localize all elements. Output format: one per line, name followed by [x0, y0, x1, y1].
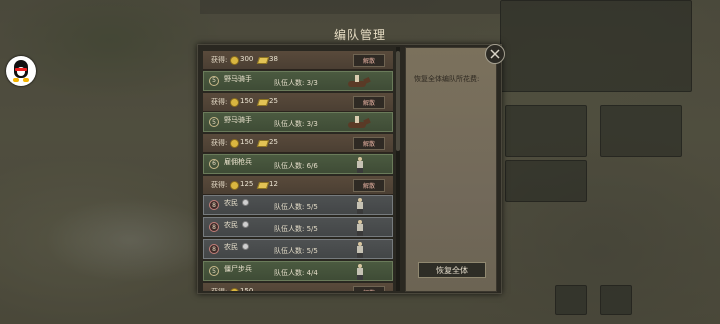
unit-count: 队伍人数: 3/3: [274, 120, 318, 128]
unit-row[interactable]: 8 农民队伍人数: 5/5: [203, 195, 393, 215]
penguin-icon: [12, 60, 30, 82]
unit-count: 队伍人数: 5/5: [274, 203, 318, 211]
dismiss-button[interactable]: 解散: [353, 178, 385, 192]
reward-row: 获得: 150 解散: [203, 283, 393, 291]
dismiss-button[interactable]: 解散: [353, 286, 385, 291]
unit-row[interactable]: 5 野马骑手队伍人数: 3/3: [203, 112, 393, 132]
reward-label: 获得:: [211, 287, 227, 291]
unit-count: 队伍人数: 3/3: [274, 78, 318, 87]
info-pin-icon: [242, 221, 249, 228]
dialog-title: 编队管理: [333, 28, 386, 42]
reward-label: 获得:: [211, 56, 228, 64]
qq-avatar[interactable]: [6, 56, 36, 86]
info-pin-icon: [242, 243, 249, 250]
reward-label: 获得:: [211, 180, 228, 189]
reward-row: 获得: 125 12 解散: [203, 175, 393, 195]
unit-level-badge: 5: [209, 75, 219, 86]
silver-amount: 300: [240, 55, 254, 63]
unit-name: 野马骑手: [224, 74, 252, 83]
unit-name: 农民: [224, 243, 238, 251]
restore-cost-label: 恢复全体编队所花费:: [414, 75, 480, 83]
close-button[interactable]: [485, 44, 505, 64]
unit-name: 农民: [224, 221, 238, 229]
silver-amount: 150: [240, 96, 254, 105]
unit-row[interactable]: 8 农民队伍人数: 5/5: [203, 217, 393, 237]
unit-level-badge: 6: [209, 158, 219, 169]
silver-coin-icon: [230, 288, 239, 291]
unit-level-badge: 5: [209, 266, 219, 276]
list-scrollbar[interactable]: [396, 47, 400, 291]
soldier-portrait-icon: [352, 156, 368, 173]
gold-ingot-icon: [256, 98, 270, 106]
unit-count: 队伍人数: 5/5: [274, 247, 318, 255]
unit-level-badge: 8: [209, 244, 219, 254]
silver-amount: 150: [240, 287, 254, 291]
unit-row[interactable]: 5 野马骑手 队伍人数: 3/3: [203, 70, 393, 91]
soldier-portrait-icon: [352, 198, 368, 214]
silver-coin-icon: [230, 139, 239, 148]
reward-row: 获得: 150 25 解散: [203, 92, 393, 112]
scrollbar-thumb[interactable]: [396, 51, 400, 151]
unit-level-badge: 5: [209, 117, 219, 127]
gold-amount: 38: [269, 55, 278, 63]
reward-row: 获得: 150 25 解散: [203, 134, 393, 153]
formation-list[interactable]: 获得: 300 38 解散 5 野马骑手 队伍人数: 3/3 获得: 150 25 解散 5 野马骑手队…: [203, 47, 393, 291]
soldier-portrait-icon: [352, 220, 368, 236]
silver-coin-icon: [230, 180, 239, 190]
dismiss-button[interactable]: 解散: [353, 54, 385, 67]
unit-level-badge: 8: [209, 222, 219, 232]
unit-row[interactable]: 6 雇佣枪兵 队伍人数: 6/6: [203, 153, 393, 174]
unit-count: 队伍人数: 5/5: [274, 225, 318, 233]
silver-coin-icon: [230, 56, 239, 65]
unit-name: 僵尸步兵: [224, 265, 252, 273]
silver-amount: 125: [240, 179, 254, 188]
gold-amount: 12: [269, 179, 278, 188]
close-icon: [490, 49, 500, 59]
soldier-portrait-icon: [352, 264, 368, 280]
restore-panel: 恢复全体编队所花费: 恢复全体: [405, 47, 497, 292]
gold-amount: 25: [269, 96, 278, 105]
unit-count: 队伍人数: 6/6: [274, 161, 318, 170]
unit-row[interactable]: 8 农民队伍人数: 5/5: [203, 239, 393, 259]
gold-ingot-icon: [256, 181, 270, 189]
unit-row[interactable]: 5 僵尸步兵队伍人数: 4/4: [203, 261, 393, 281]
horse-rider-icon: [346, 74, 372, 91]
soldier-portrait-icon: [352, 242, 368, 258]
unit-count: 队伍人数: 4/4: [274, 269, 318, 277]
unit-name: 雇佣枪兵: [224, 157, 252, 166]
reward-label: 获得:: [211, 139, 228, 147]
gold-ingot-icon: [256, 57, 270, 64]
unit-name: 农民: [224, 199, 238, 207]
dismiss-button[interactable]: 解散: [353, 137, 385, 150]
reward-label: 获得:: [211, 97, 228, 106]
silver-amount: 150: [240, 138, 254, 146]
gold-amount: 25: [269, 138, 278, 146]
silver-coin-icon: [230, 97, 239, 107]
gold-ingot-icon: [256, 140, 270, 147]
unit-name: 野马骑手: [224, 116, 252, 124]
restore-all-button[interactable]: 恢复全体: [418, 262, 486, 278]
unit-level-badge: 8: [209, 200, 219, 210]
reward-row: 获得: 300 38 解散: [203, 51, 393, 70]
info-pin-icon: [242, 199, 249, 206]
horse-rider-icon: [346, 116, 372, 132]
dismiss-button[interactable]: 解散: [353, 95, 385, 109]
